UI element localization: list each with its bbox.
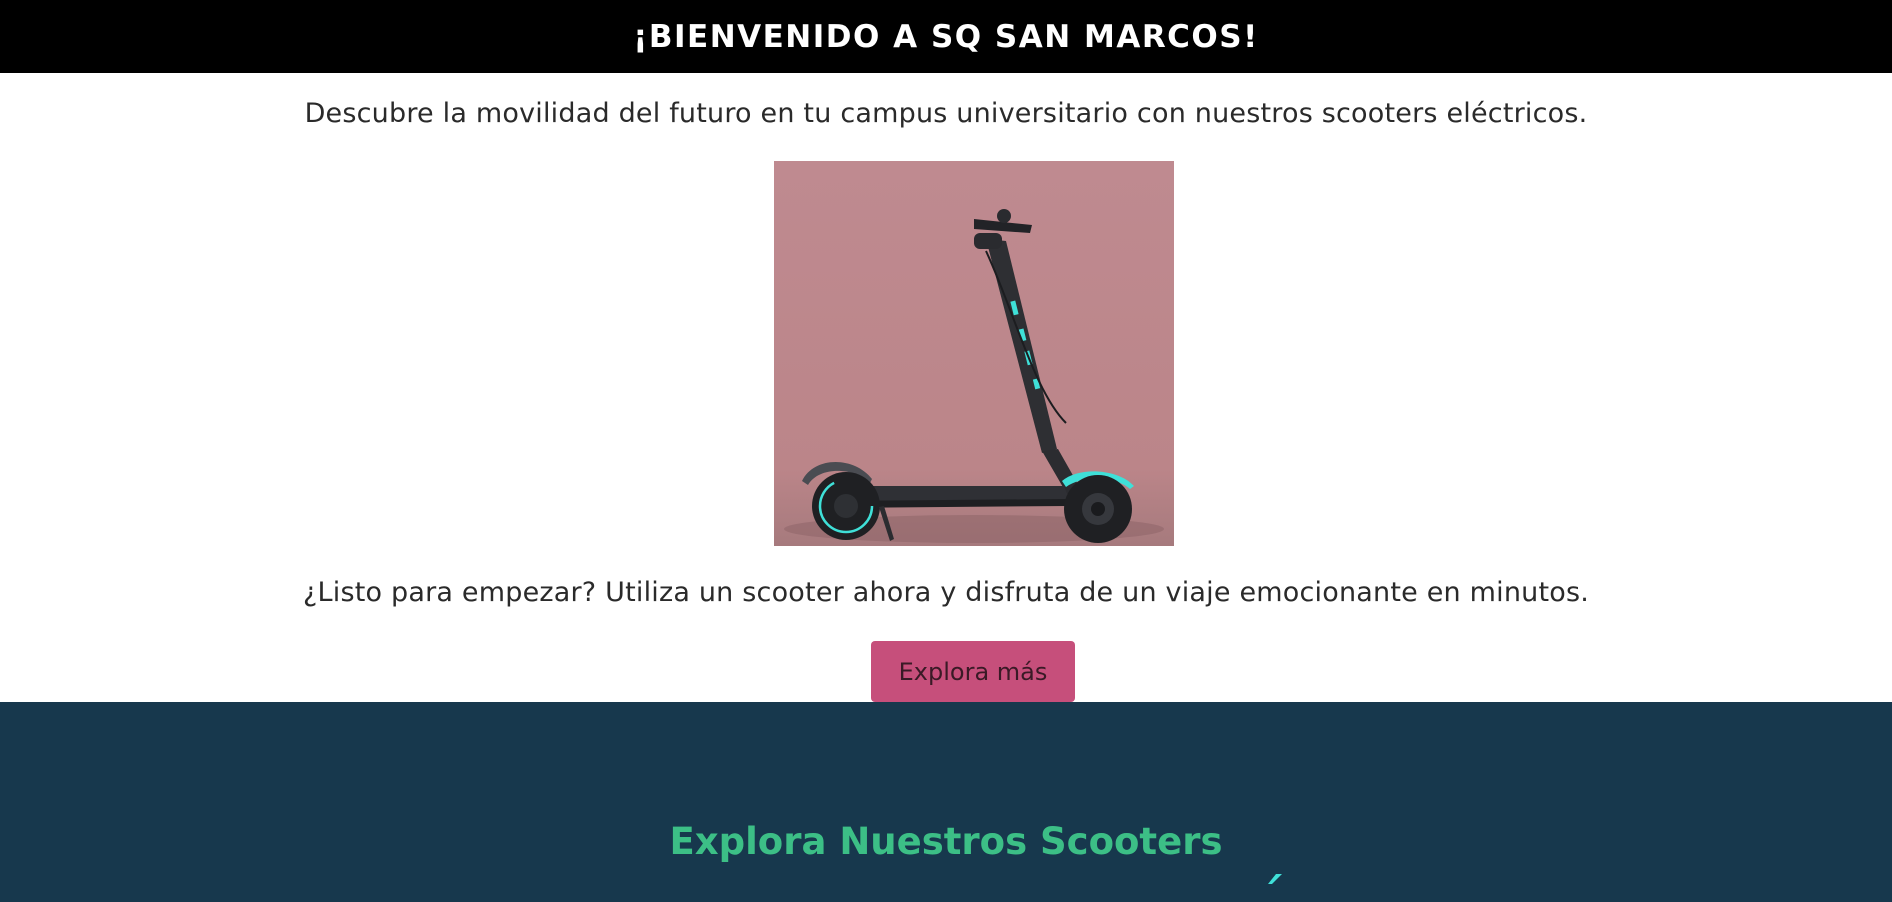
- accent-mark: [1268, 874, 1282, 884]
- scooters-section-title: Explora Nuestros Scooters: [669, 820, 1223, 863]
- explore-more-button[interactable]: Explora más: [871, 641, 1075, 702]
- cta-text: ¿Listo para empezar? Utiliza un scooter …: [302, 577, 1590, 608]
- site-header: ¡BIENVENIDO A SQ SAN MARCOS!: [0, 0, 1892, 73]
- welcome-title: ¡BIENVENIDO A SQ SAN MARCOS!: [633, 18, 1259, 55]
- scooter-image: [774, 161, 1174, 546]
- intro-text: Descubre la movilidad del futuro en tu c…: [304, 98, 1588, 129]
- scooters-section: [0, 702, 1892, 902]
